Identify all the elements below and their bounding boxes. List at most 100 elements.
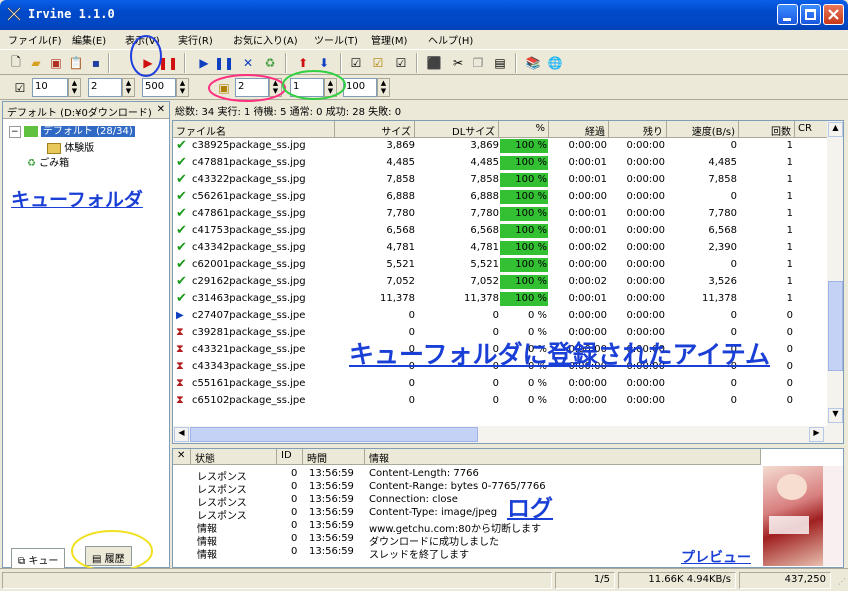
document-icon[interactable]: ▤ <box>492 55 508 71</box>
col-dlsize[interactable]: DLサイズ <box>415 121 499 138</box>
table-row[interactable]: ✔ c43342package_ss.jpg 4,781 4,781 0:00:02 0:… <box>173 240 828 257</box>
open-folder-icon[interactable]: ▰ <box>28 55 44 71</box>
copy-icon[interactable]: ❐ <box>470 55 486 71</box>
cell-percent: 0 % <box>527 378 547 389</box>
scroll-down-icon[interactable]: ▼ <box>828 408 843 423</box>
col-remaining[interactable]: 残り <box>609 121 667 138</box>
menu-manage[interactable]: 管理(M) <box>371 32 407 47</box>
cell-size: 4,485 <box>386 157 415 168</box>
max-jobs-spinner[interactable]: ▲ ▼ <box>68 78 81 97</box>
file-name: c41753package_ss.jpg <box>192 225 306 236</box>
table-row[interactable]: ✔ c31463package_ss.jpg 11,378 11,378 0:00:01… <box>173 291 828 308</box>
delete-icon[interactable]: ✕ <box>240 55 256 71</box>
menu-file[interactable]: ファイル(F) <box>8 32 62 47</box>
annotation-circle-green <box>282 70 346 100</box>
table-row[interactable]: ✔ c56261package_ss.jpg 6,888 6,888 0:00:00 0:… <box>173 189 828 206</box>
minimize-button[interactable] <box>777 4 798 25</box>
cell-dl: 5,521 <box>470 259 499 270</box>
tab-queue[interactable]: ⧉ キュー <box>11 548 66 568</box>
check-list-icon[interactable]: ☑ <box>393 55 409 71</box>
resize-grip-icon[interactable]: ⋰ <box>838 577 846 586</box>
menu-help[interactable]: ヘルプ(H) <box>428 32 473 47</box>
table-row[interactable]: ⧗ c55161package_ss.jpe 0 0 0:00:00 0:00:00 0 0 0… <box>173 376 828 393</box>
table-row[interactable]: ✔ c29162package_ss.jpg 7,052 7,052 0:00:02 0:… <box>173 274 828 291</box>
cell-size: 6,568 <box>386 225 415 236</box>
check-icon[interactable]: ☑ <box>348 55 364 71</box>
log-id: 0 <box>291 520 298 531</box>
cell-rem: 0:00:00 <box>626 378 665 389</box>
retry-spinner[interactable]: ▲ ▼ <box>122 78 135 97</box>
cell-spd: 0 <box>730 395 737 406</box>
bookmark-icon[interactable]: ⬛ <box>426 55 442 71</box>
table-row[interactable]: ⧗ c65102package_ss.jpe 0 0 0:00:00 0:00:00 0 0 0… <box>173 393 828 410</box>
recycle-icon[interactable]: ♻ <box>262 55 278 71</box>
log-col-info[interactable]: 情報 <box>365 449 761 465</box>
menu-edit[interactable]: 編集(E) <box>72 32 106 47</box>
paste-icon[interactable]: 📋 <box>68 55 84 71</box>
menu-run[interactable]: 実行(R) <box>178 32 213 47</box>
globe-icon[interactable]: 🌐 <box>547 55 563 71</box>
maximize-button[interactable] <box>800 4 821 25</box>
menu-favorites[interactable]: お気に入り(A) <box>233 32 298 47</box>
scroll-left-icon[interactable]: ◀ <box>174 427 189 442</box>
scroll-thumb[interactable] <box>828 281 843 371</box>
pane-close-button[interactable]: ✕ <box>157 104 165 115</box>
books-icon[interactable]: 📚 <box>525 55 541 71</box>
tree-node-trash[interactable]: ♻ ごみ箱 <box>27 154 69 169</box>
col-size[interactable]: サイズ <box>335 121 415 138</box>
file-name: c29162package_ss.jpg <box>192 276 306 287</box>
cell-percent: 100 % <box>515 276 547 287</box>
table-row[interactable]: ✔ c47881package_ss.jpg 4,485 4,485 0:00:01 0:… <box>173 155 828 172</box>
col-filename[interactable]: ファイル名 <box>173 121 335 138</box>
max-jobs-input[interactable]: 10 <box>32 78 68 97</box>
close-button[interactable] <box>823 4 844 25</box>
check-folder-icon[interactable]: ☑ <box>370 55 386 71</box>
cell-rem: 0:00:00 <box>626 276 665 287</box>
log-col-status[interactable]: 状態 <box>191 449 277 465</box>
cell-dl: 11,378 <box>464 293 499 304</box>
vertical-scrollbar[interactable]: ▲ ▼ <box>827 121 843 443</box>
menu-tools[interactable]: ツール(T) <box>314 32 358 47</box>
window-title: Irvine 1.1.0 <box>28 7 115 21</box>
new-icon[interactable]: 🗋 <box>8 55 24 71</box>
buffer-input[interactable]: 100 <box>343 78 377 97</box>
table-row[interactable]: ✔ c41753package_ss.jpg 6,568 6,568 0:00:01 0:… <box>173 223 828 240</box>
scroll-up-icon[interactable]: ▲ <box>828 122 843 137</box>
threads-icon: ☑ <box>14 81 26 95</box>
interval-spinner[interactable]: ▲ ▼ <box>176 78 189 97</box>
cut-icon[interactable]: ✂ <box>450 55 466 71</box>
retry-input[interactable]: 2 <box>88 78 122 97</box>
table-row[interactable]: ✔ c47861package_ss.jpg 7,780 7,780 0:00:01 0:… <box>173 206 828 223</box>
cell-el: 0:00:00 <box>568 378 607 389</box>
start-icon[interactable]: ▶ <box>196 55 212 71</box>
import-icon[interactable]: ▣ <box>48 55 64 71</box>
title-bar[interactable]: Irvine 1.1.0 <box>0 0 848 30</box>
collapse-icon[interactable]: − <box>9 126 21 138</box>
table-row[interactable]: ✔ c62001package_ss.jpg 5,521 5,521 0:00:00 0:… <box>173 257 828 274</box>
log-col-time[interactable]: 時間 <box>303 449 365 465</box>
scroll-right-icon[interactable]: ▶ <box>809 427 824 442</box>
settings-toolbar: ☑ 10 ▲ ▼ 2 ▲ ▼ 500 ▲ ▼ ▣ 2 ▲ ▼ 1 ▲ ▼ 100 ▲ ▼ <box>0 70 848 102</box>
table-row[interactable]: ✔ c38925package_ss.jpg 3,869 3,869 0:00:00 0:… <box>173 138 828 155</box>
col-count[interactable]: 回数 <box>739 121 795 138</box>
annotation-circle-blue <box>130 35 162 77</box>
hscroll-thumb[interactable] <box>190 427 478 442</box>
table-row[interactable]: ✔ c43322package_ss.jpg 7,858 7,858 0:00:01 0:… <box>173 172 828 189</box>
tree-node-trial[interactable]: 体験版 <box>47 139 94 154</box>
col-cr[interactable]: CR <box>795 121 829 138</box>
pause-icon[interactable]: ❚❚ <box>214 55 234 71</box>
table-row[interactable]: ▶ c27407package_ss.jpe 0 0 0:00:00 0:00:00 0 0 0… <box>173 308 828 325</box>
tree-node-default[interactable]: − デフォルト (28/34) <box>9 122 135 138</box>
log-close-button[interactable]: ✕ <box>173 449 191 465</box>
cell-size: 3,869 <box>386 140 415 151</box>
save-icon[interactable]: ▪ <box>88 55 104 71</box>
log-col-id[interactable]: ID <box>277 449 303 465</box>
interval-input[interactable]: 500 <box>142 78 176 97</box>
buffer-spinner[interactable]: ▲ ▼ <box>377 78 390 97</box>
col-speed[interactable]: 速度(B/s) <box>667 121 739 138</box>
col-elapsed[interactable]: 経過 <box>549 121 609 138</box>
horizontal-scrollbar[interactable]: ◀ ▶ <box>173 426 827 443</box>
main-toolbar: 🗋 ▰ ▣ 📋 ▪ ▶ ❚❚ ▶ ❚❚ ✕ ♻ ⬆ ⬇ ☑ ☑ ☑ ⬛ ✂ ❐ … <box>0 35 848 77</box>
col-percent[interactable]: % <box>499 121 549 138</box>
file-name: c56261package_ss.jpg <box>192 191 306 202</box>
